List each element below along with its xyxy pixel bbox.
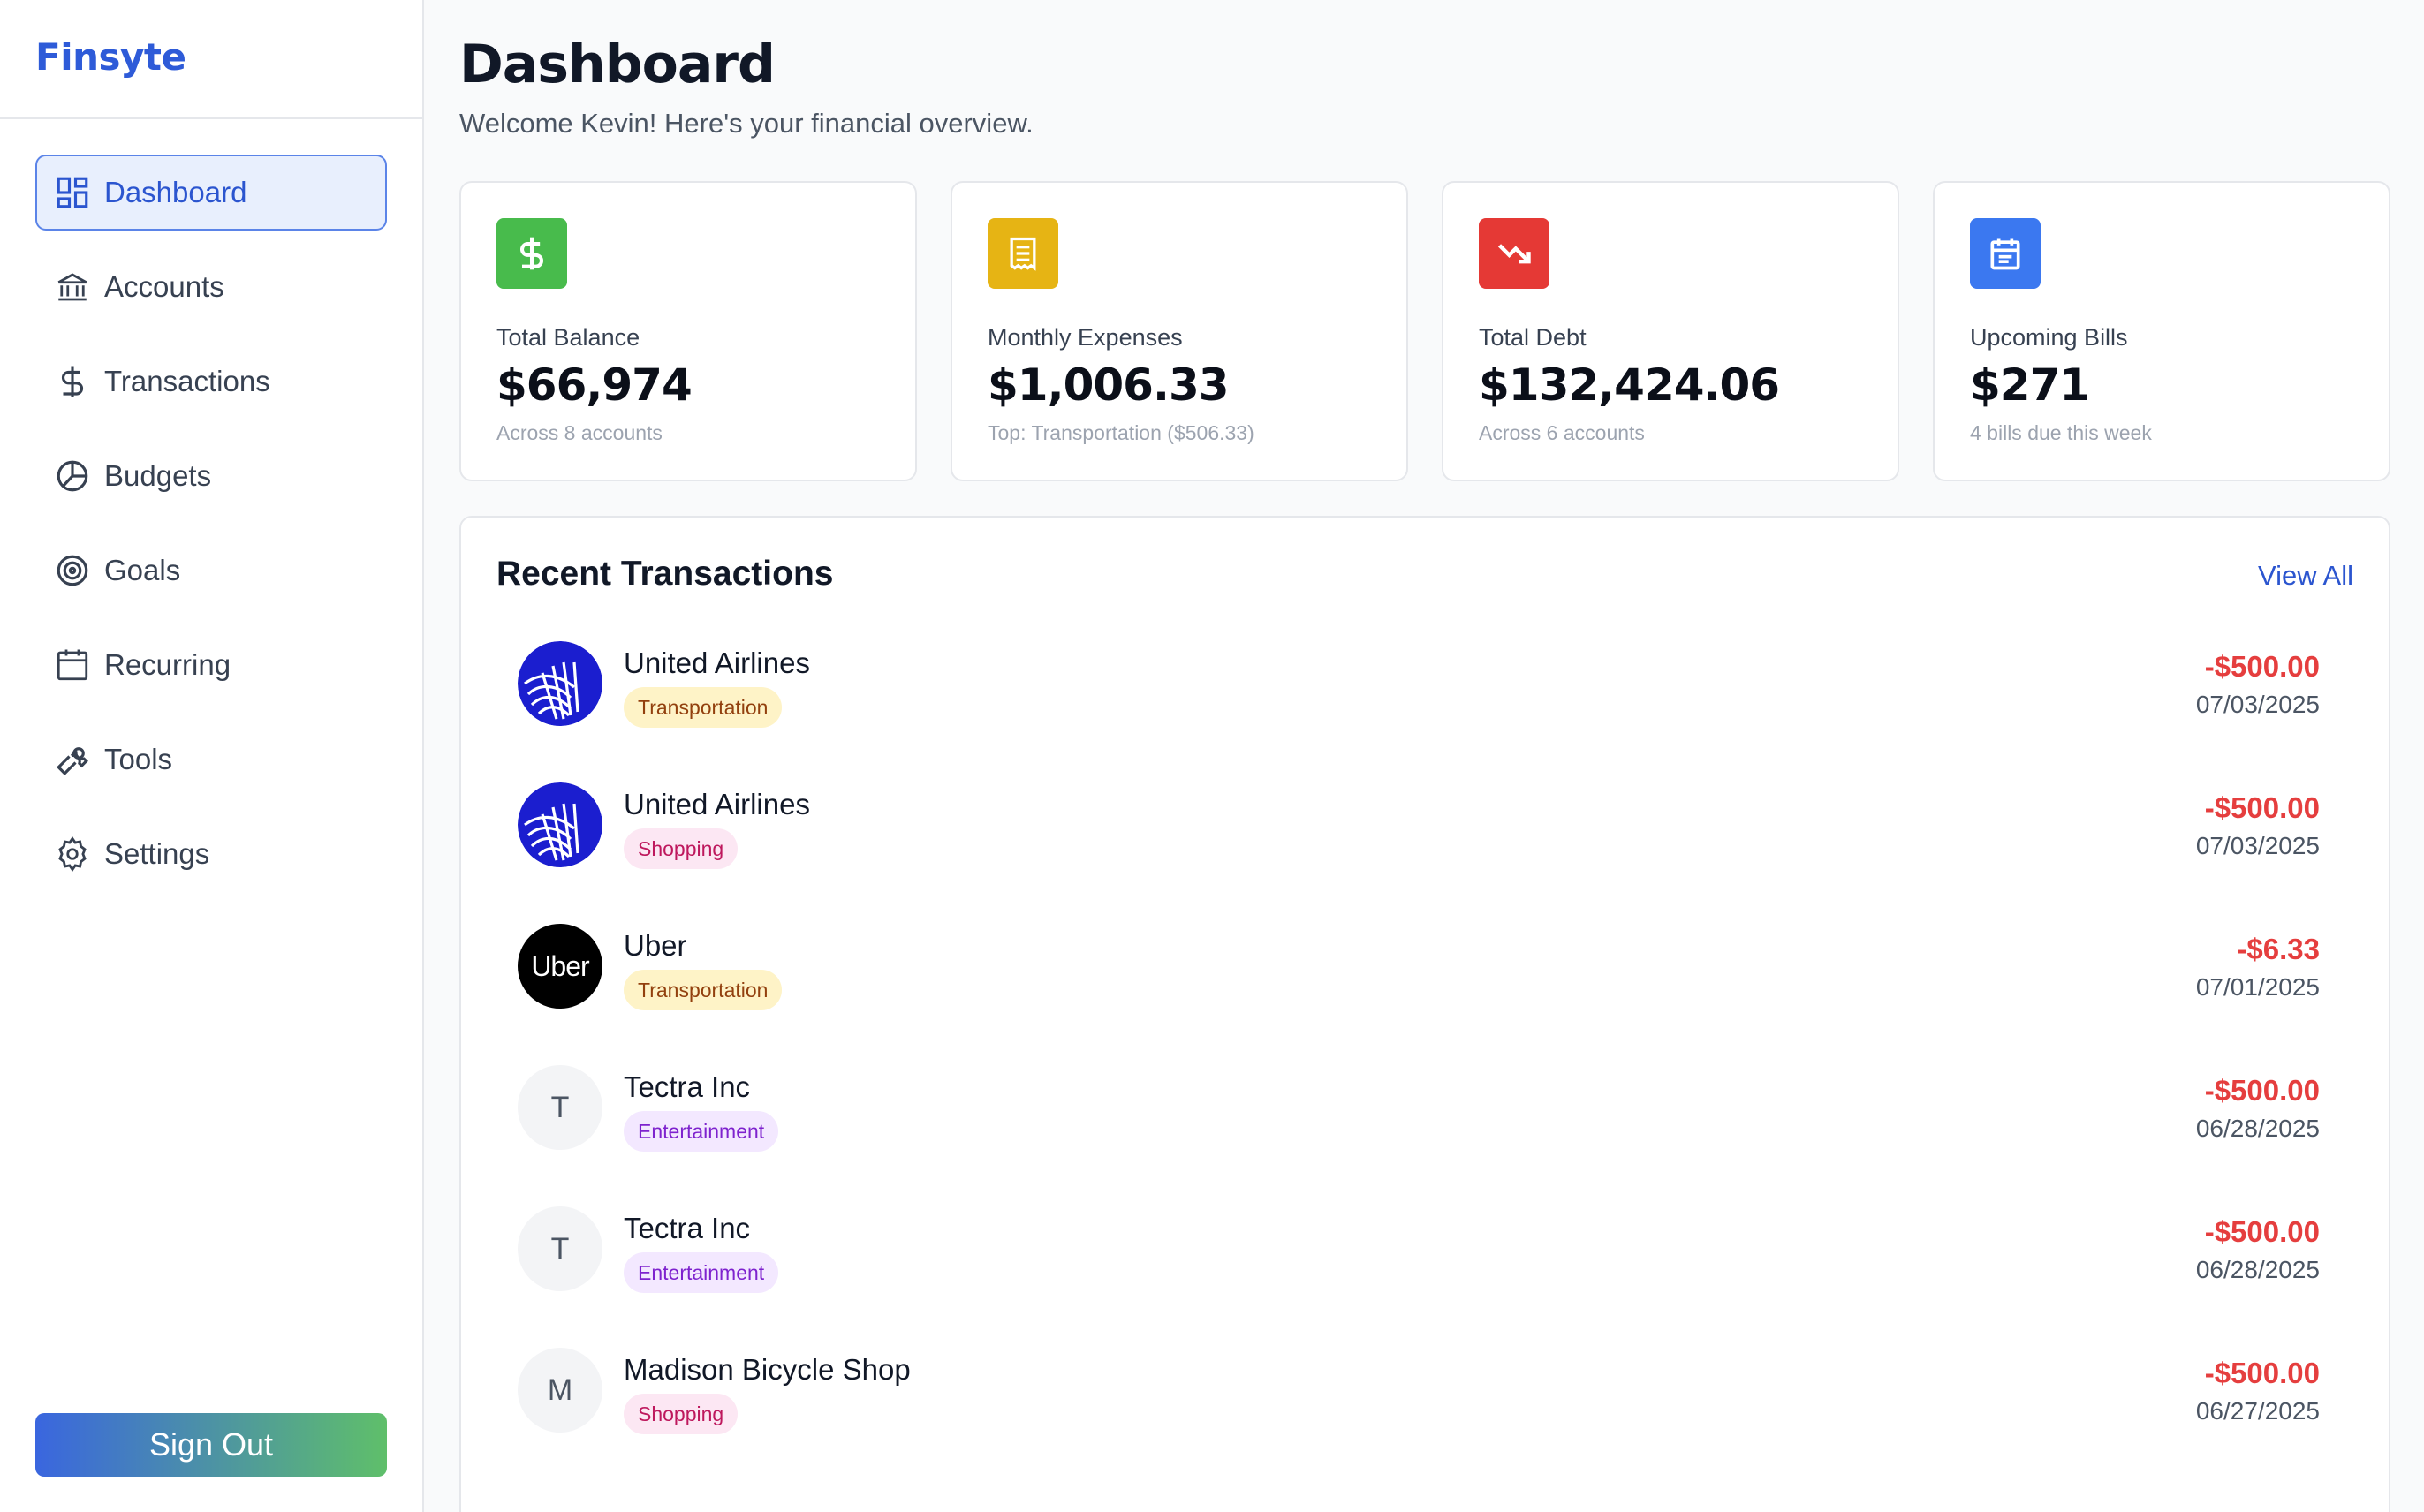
sidebar-item-transactions[interactable]: Transactions [35, 344, 387, 420]
transaction-row[interactable]: United Airlines Transportation -$500.00 … [518, 641, 2320, 782]
initial-avatar: T [518, 1065, 602, 1150]
card-value: $132,424.06 [1479, 359, 1780, 411]
card-label: Total Balance [496, 324, 640, 351]
trending-down-icon [1479, 218, 1549, 289]
uber-logo: Uber [518, 924, 602, 1009]
card-label: Total Debt [1479, 324, 1587, 351]
pie-chart-icon [53, 457, 92, 495]
sidebar-item-settings[interactable]: Settings [35, 816, 387, 892]
sidebar-item-label: Recurring [104, 648, 231, 681]
sidebar-item-recurring[interactable]: Recurring [35, 627, 387, 703]
sidebar: Finsyte Dashboard Accounts Transactions … [0, 0, 424, 1512]
transaction-date: 06/27/2025 [2195, 1397, 2320, 1425]
total-debt-card[interactable]: Total Debt $132,424.06 Across 6 accounts [1442, 181, 1899, 481]
transaction-name: Tectra Inc [624, 1070, 751, 1103]
sidebar-item-label: Tools [104, 743, 173, 775]
sidebar-item-label: Dashboard [104, 176, 247, 208]
card-note: Across 8 accounts [496, 421, 663, 444]
recent-transactions-panel: Recent Transactions View All United Airl… [459, 516, 2390, 1512]
sidebar-nav: Dashboard Accounts Transactions Budgets … [0, 119, 422, 892]
transaction-amount: -$500.00 [2204, 1074, 2320, 1107]
sidebar-item-accounts[interactable]: Accounts [35, 249, 387, 325]
sidebar-item-label: Transactions [104, 365, 270, 397]
category-tag: Shopping [624, 828, 739, 869]
sidebar-item-budgets[interactable]: Budgets [35, 438, 387, 514]
transaction-amount: -$500.00 [2204, 791, 2320, 824]
sidebar-item-goals[interactable]: Goals [35, 533, 387, 609]
sidebar-item-label: Goals [104, 554, 181, 586]
sidebar-item-tools[interactable]: Tools [35, 722, 387, 798]
upcoming-bills-card[interactable]: Upcoming Bills $271 4 bills due this wee… [1933, 181, 2390, 481]
category-tag: Transportation [624, 970, 783, 1010]
sidebar-item-label: Accounts [104, 270, 224, 303]
sidebar-item-dashboard[interactable]: Dashboard [35, 155, 387, 231]
calendar-icon [53, 646, 92, 684]
category-tag: Entertainment [624, 1252, 779, 1293]
brand-logo[interactable]: Finsyte [0, 0, 422, 119]
calendar-icon [1970, 218, 2041, 289]
wrench-icon [53, 740, 92, 779]
transaction-date: 07/01/2025 [2195, 973, 2320, 1001]
dashboard-icon [53, 173, 92, 212]
sign-out-button[interactable]: Sign Out [35, 1413, 387, 1477]
gear-icon [53, 835, 92, 873]
card-value: $1,006.33 [988, 359, 1230, 411]
receipt-icon [988, 218, 1058, 289]
monthly-expenses-card[interactable]: Monthly Expenses $1,006.33 Top: Transpor… [951, 181, 1408, 481]
bank-icon [53, 268, 92, 306]
transaction-amount: -$500.00 [2204, 1215, 2320, 1248]
transaction-name: Tectra Inc [624, 1212, 751, 1244]
united-airlines-logo [518, 641, 602, 726]
dollar-icon [496, 218, 567, 289]
sidebar-item-label: Budgets [104, 459, 212, 492]
transaction-amount: -$500.00 [2204, 650, 2320, 683]
page-title: Dashboard [459, 34, 776, 95]
summary-cards: Total Balance $66,974 Across 8 accounts … [459, 181, 2390, 481]
transaction-amount: -$6.33 [2237, 933, 2320, 965]
transaction-row[interactable]: Uber Uber Transportation -$6.33 07/01/20… [518, 924, 2320, 1065]
card-label: Monthly Expenses [988, 324, 1183, 351]
section-title: Recent Transactions [496, 555, 834, 593]
transaction-amount: -$500.00 [2204, 1357, 2320, 1389]
card-note: Top: Transportation ($506.33) [988, 421, 1254, 444]
transaction-date: 06/28/2025 [2195, 1115, 2320, 1142]
card-note: 4 bills due this week [1970, 421, 2152, 444]
transaction-name: United Airlines [624, 646, 810, 679]
transaction-list: United Airlines Transportation -$500.00 … [518, 641, 2320, 1489]
dollar-icon [53, 362, 92, 401]
transaction-date: 07/03/2025 [2195, 832, 2320, 859]
card-label: Upcoming Bills [1970, 324, 2128, 351]
category-tag: Shopping [624, 1394, 739, 1434]
transaction-row[interactable]: T Tectra Inc Entertainment -$500.00 06/2… [518, 1206, 2320, 1348]
initial-avatar: M [518, 1348, 602, 1433]
initial-avatar: T [518, 1206, 602, 1291]
sidebar-item-label: Settings [104, 837, 210, 870]
transaction-row[interactable]: United Airlines Shopping -$500.00 07/03/… [518, 782, 2320, 924]
page-subtitle: Welcome Kevin! Here's your financial ove… [459, 108, 1034, 139]
view-all-link[interactable]: View All [2258, 560, 2353, 592]
united-airlines-logo [518, 782, 602, 867]
card-value: $271 [1970, 359, 2090, 411]
card-value: $66,974 [496, 359, 693, 411]
total-balance-card[interactable]: Total Balance $66,974 Across 8 accounts [459, 181, 917, 481]
transaction-name: United Airlines [624, 788, 810, 820]
transaction-name: Uber [624, 929, 687, 962]
transaction-row[interactable]: M Madison Bicycle Shop Shopping -$500.00… [518, 1348, 2320, 1489]
transaction-name: Madison Bicycle Shop [624, 1353, 911, 1386]
card-note: Across 6 accounts [1479, 421, 1645, 444]
transaction-date: 06/28/2025 [2195, 1256, 2320, 1283]
target-icon [53, 551, 92, 590]
transaction-date: 07/03/2025 [2195, 691, 2320, 718]
category-tag: Transportation [624, 687, 783, 728]
transaction-row[interactable]: T Tectra Inc Entertainment -$500.00 06/2… [518, 1065, 2320, 1206]
category-tag: Entertainment [624, 1111, 779, 1152]
